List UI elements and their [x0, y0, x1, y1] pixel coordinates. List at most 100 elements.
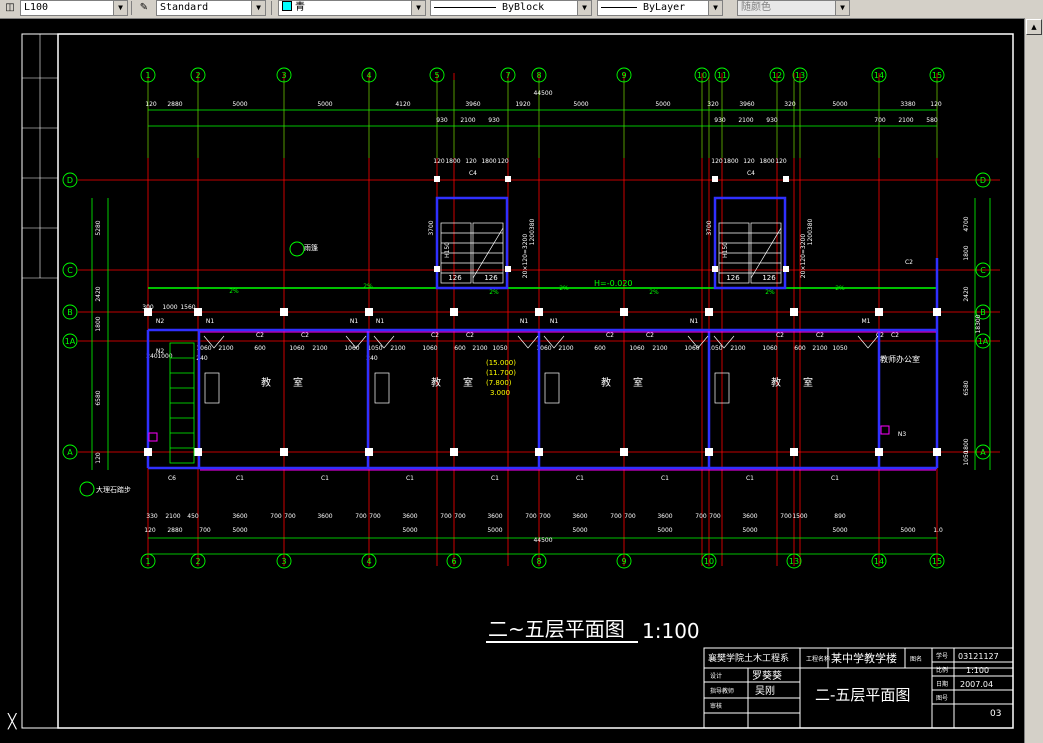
column: [783, 176, 789, 182]
dimension-label: 930: [436, 117, 448, 124]
door-label: C2: [776, 332, 784, 339]
door-label: N3: [898, 431, 906, 438]
dimension-label: 6580: [95, 390, 102, 405]
axis-label: 1A: [65, 337, 76, 346]
linetype-dropdown[interactable]: ByBlock ▼: [430, 0, 592, 16]
room-label: 教: [601, 376, 611, 389]
svg-text:2007.04: 2007.04: [960, 680, 993, 689]
chevron-down-icon[interactable]: ▼: [113, 1, 127, 15]
dimension-label: 1060: [629, 345, 644, 352]
dimension-label: 2100: [812, 345, 827, 352]
text-style-dropdown[interactable]: Standard ▼: [156, 0, 266, 16]
dimension-label: 700: [624, 513, 636, 520]
dimension-label: 18300: [975, 314, 982, 333]
svg-text:比例: 比例: [936, 666, 948, 674]
layer-dropdown[interactable]: L100 ▼: [20, 0, 128, 16]
dimension-label: H150: [444, 242, 451, 258]
dimension-label: 5000: [900, 527, 915, 534]
dimension-label: 600: [794, 345, 806, 352]
lineweight-dropdown[interactable]: ByLayer ▼: [597, 0, 723, 16]
dimension-label: 330: [146, 513, 158, 520]
scroll-up-icon[interactable]: ▲: [1026, 19, 1042, 35]
dimension-label: 5000: [317, 101, 332, 108]
axis-label: D: [67, 176, 73, 185]
chevron-down-icon[interactable]: ▼: [708, 1, 722, 15]
dimension-label: 120: [711, 158, 723, 165]
chevron-down-icon[interactable]: ▼: [577, 1, 591, 15]
dimension-label: 700: [610, 513, 622, 520]
axis-label: 2: [195, 71, 200, 80]
column: [620, 448, 628, 456]
dimension-label: 2420: [963, 286, 970, 301]
drawing-canvas[interactable]: ╳ 1 2 3 4 5 7 8 9 10 11 12 13 14 151 2 3 4 6 8 9 10 13 14 15D DC…: [0, 18, 1024, 743]
dimension-label: 120: [465, 158, 477, 165]
title-block-text: 襄樊学院土木工程系 工程名称 某中学教学楼 图名 设计 罗葵葵 指导教师 吴刚 …: [708, 651, 1001, 719]
color-dropdown[interactable]: 青 ▼: [278, 0, 426, 16]
dimension-label: 44500: [533, 90, 552, 97]
svg-text:03: 03: [990, 709, 1001, 719]
dimension-label: 5000: [742, 527, 757, 534]
toolbar-divider: [271, 1, 272, 15]
dimension-label: 4120: [395, 101, 410, 108]
door-label: N1: [690, 318, 698, 325]
dimension-label: 1.0: [933, 527, 943, 534]
dimension-label: 600: [594, 345, 606, 352]
dimension-label: 1060: [684, 345, 699, 352]
vertical-scrollbar[interactable]: ▲: [1024, 18, 1043, 743]
room-labels: 教室教室教室教室: [261, 376, 813, 389]
color-swatch: [282, 1, 292, 11]
door-label: C2: [256, 332, 264, 339]
dimension-label: 700: [525, 513, 537, 520]
dimension-label: 3700: [428, 220, 435, 235]
structural-columns: [144, 176, 941, 456]
door-label: N1: [376, 318, 384, 325]
door-label: C1: [236, 475, 244, 482]
axis-label: 15: [932, 557, 942, 566]
dimension-label: 2100: [558, 345, 573, 352]
dimension-label: 3600: [572, 513, 587, 520]
corridor-level: H=-0.020: [594, 279, 633, 288]
dimension-label: 700: [199, 527, 211, 534]
room-label: 教: [431, 376, 441, 389]
column: [933, 308, 941, 316]
dimension-label: 930: [714, 117, 726, 124]
column: [280, 308, 288, 316]
dimension-label: 5000: [657, 527, 672, 534]
left-signature-strip: [22, 34, 58, 279]
drawing-scale: 1:100: [642, 619, 700, 643]
dimension-label: 890: [834, 513, 846, 520]
dimension-label: H150: [722, 242, 729, 258]
axis-label: C: [67, 266, 73, 275]
text-style-icon[interactable]: ✎: [136, 0, 152, 16]
dimension-label: 3960: [739, 101, 754, 108]
chevron-down-icon[interactable]: ▼: [835, 1, 849, 15]
dimension-label: 120: [145, 101, 157, 108]
dimension-label: 20×120=3200: [522, 234, 529, 279]
axis-label: 8: [536, 71, 541, 80]
dimension-label: 120: [930, 101, 942, 108]
door-label: C1: [491, 475, 499, 482]
chevron-down-icon[interactable]: ▼: [251, 1, 265, 15]
slope-label: 2%: [363, 283, 373, 290]
door-label: C2: [891, 332, 899, 339]
dimension-label: 1050: [492, 345, 507, 352]
axis-label: 1: [145, 557, 150, 566]
dimension-label: 5000: [832, 527, 847, 534]
axis-label: 7: [505, 71, 510, 80]
axis-label: 9: [621, 557, 626, 566]
dimension-label: 930: [488, 117, 500, 124]
axis-label: C: [980, 266, 986, 275]
chevron-down-icon[interactable]: ▼: [411, 1, 425, 15]
plotstyle-dropdown[interactable]: 随颜色 ▼: [737, 0, 850, 16]
dimension-label: 3700: [706, 220, 713, 235]
layer-manager-icon[interactable]: ◫: [2, 0, 18, 16]
svg-text:襄樊学院土木工程系: 襄樊学院土木工程系: [708, 652, 789, 664]
column: [365, 448, 373, 456]
dimension-label: 1800: [723, 158, 738, 165]
dimension-label: 700: [780, 513, 792, 520]
linetype-sample: [434, 6, 496, 8]
callout-circle: [289, 241, 305, 257]
text-style-value: Standard: [160, 2, 209, 13]
dimension-label: 1060: [422, 345, 437, 352]
note-text: 大理石踏步: [96, 485, 131, 494]
